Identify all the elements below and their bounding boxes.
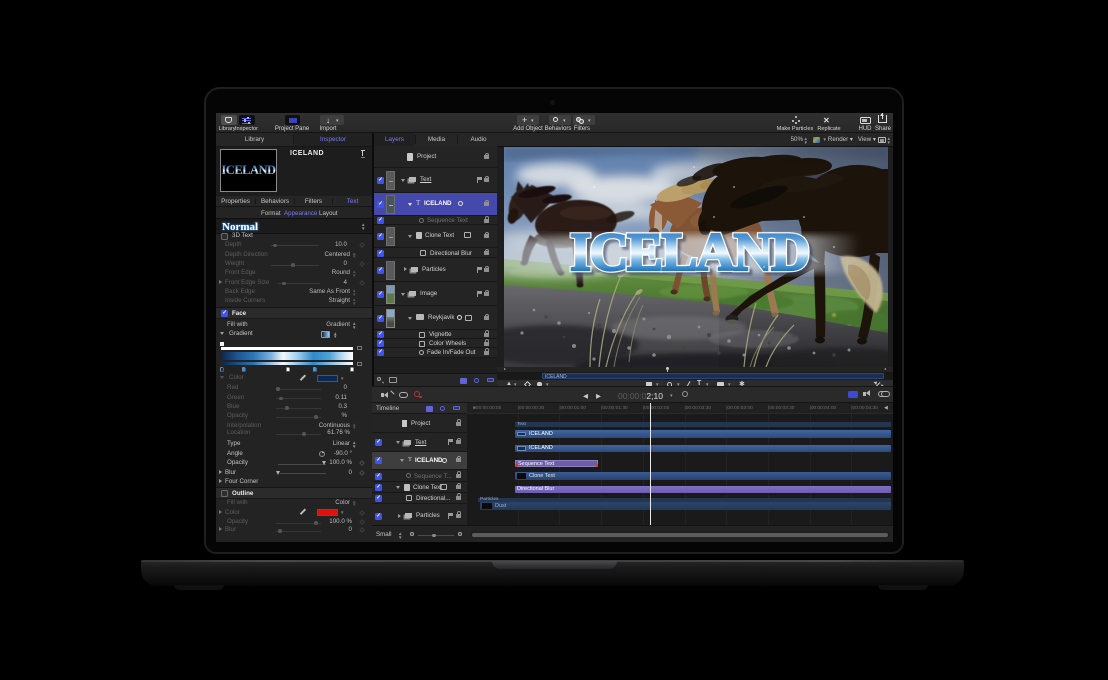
svg-text:ICELAND: ICELAND <box>570 222 810 282</box>
